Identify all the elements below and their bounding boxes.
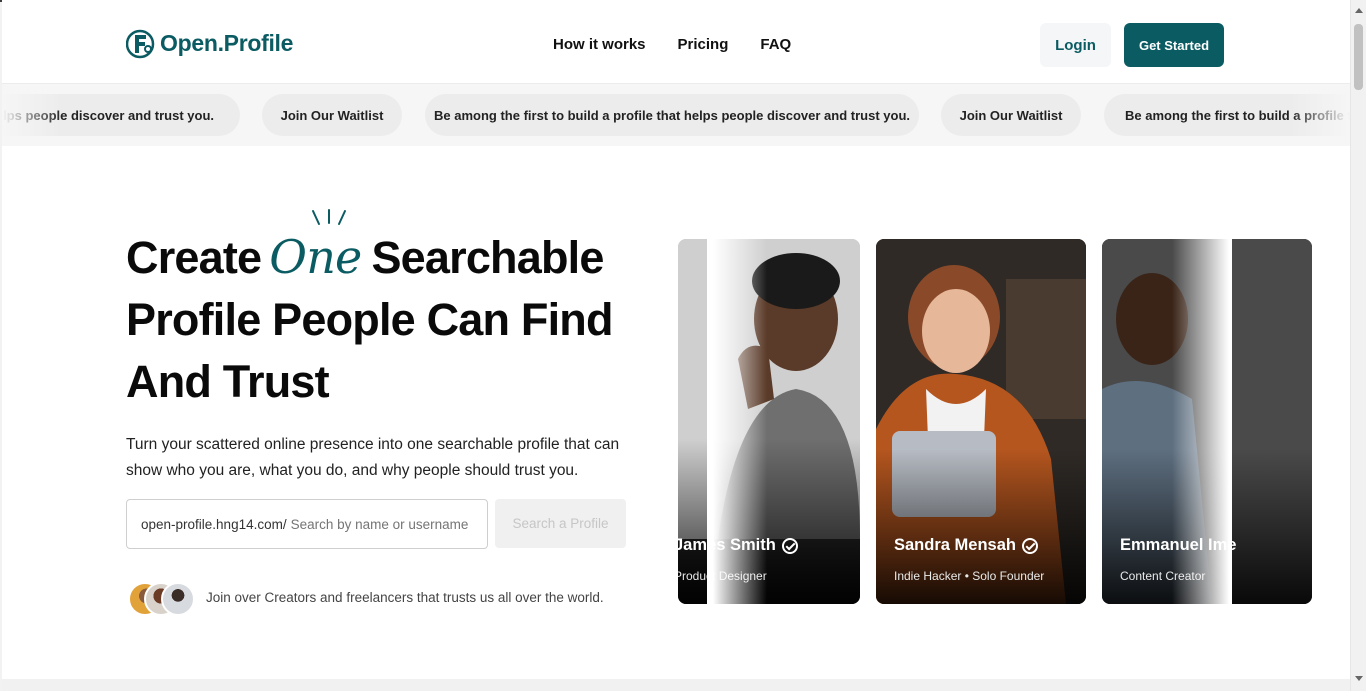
scroll-down-icon[interactable] [1355,676,1363,681]
card-name: Sandra Mensah [894,536,1038,555]
carousel-fade-right [1172,239,1232,604]
card-name-text: Sandra Mensah [894,536,1016,554]
marquee-pill[interactable]: Join Our Waitlist [941,94,1081,136]
page-scrollbar[interactable] [1350,0,1366,691]
profile-card-james[interactable]: James Smith Product Designer [678,239,860,604]
card-role: Indie Hacker • Solo Founder [894,569,1045,583]
profile-card-sandra[interactable]: Sandra Mensah Indie Hacker • Solo Founde… [876,239,1086,604]
waitlist-marquee: Be among the first to build a profile th… [2,84,1350,146]
logo-icon [125,27,156,59]
scroll-thumb[interactable] [1354,24,1363,90]
page-viewport: Open.Profile How it works Pricing FAQ Lo… [2,0,1350,691]
scroll-up-icon[interactable] [1355,8,1363,13]
marquee-fade-left [2,84,62,146]
bottom-edge [2,679,1350,691]
get-started-button[interactable]: Get Started [1124,23,1224,67]
site-header: Open.Profile How it works Pricing FAQ Lo… [2,0,1350,84]
hero-title: Create One Searchable Profile People Can F… [126,226,666,413]
search-profile-button[interactable]: Search a Profile [495,499,626,548]
marquee-fade-right [1290,84,1350,146]
trust-text: Join over Creators and freelancers that … [206,590,604,605]
search-input[interactable] [286,515,483,533]
marquee-pill[interactable]: Join Our Waitlist [262,94,402,136]
marquee-pill: Be among the first to build a profile th… [425,94,919,136]
search-url-prefix: open-profile.hng14.com/ [141,516,287,532]
logo-text: Open.Profile [160,29,294,56]
verified-icon [1021,537,1038,554]
avatar [161,582,195,616]
main-nav: How it works Pricing FAQ [553,36,791,53]
nav-pricing[interactable]: Pricing [678,36,729,53]
avatar-group [128,582,198,616]
nav-faq[interactable]: FAQ [760,36,791,53]
login-button[interactable]: Login [1040,23,1111,67]
hero-description: Turn your scattered online presence into… [126,436,620,479]
hero-title-start: Create [126,232,262,283]
hero-title-accent: One [269,230,362,284]
logo[interactable]: Open.Profile [125,27,294,59]
profile-search-field[interactable]: open-profile.hng14.com/ [126,499,488,549]
carousel-fade-left [707,239,767,604]
verified-icon [781,537,798,554]
nav-how-it-works[interactable]: How it works [553,36,646,53]
